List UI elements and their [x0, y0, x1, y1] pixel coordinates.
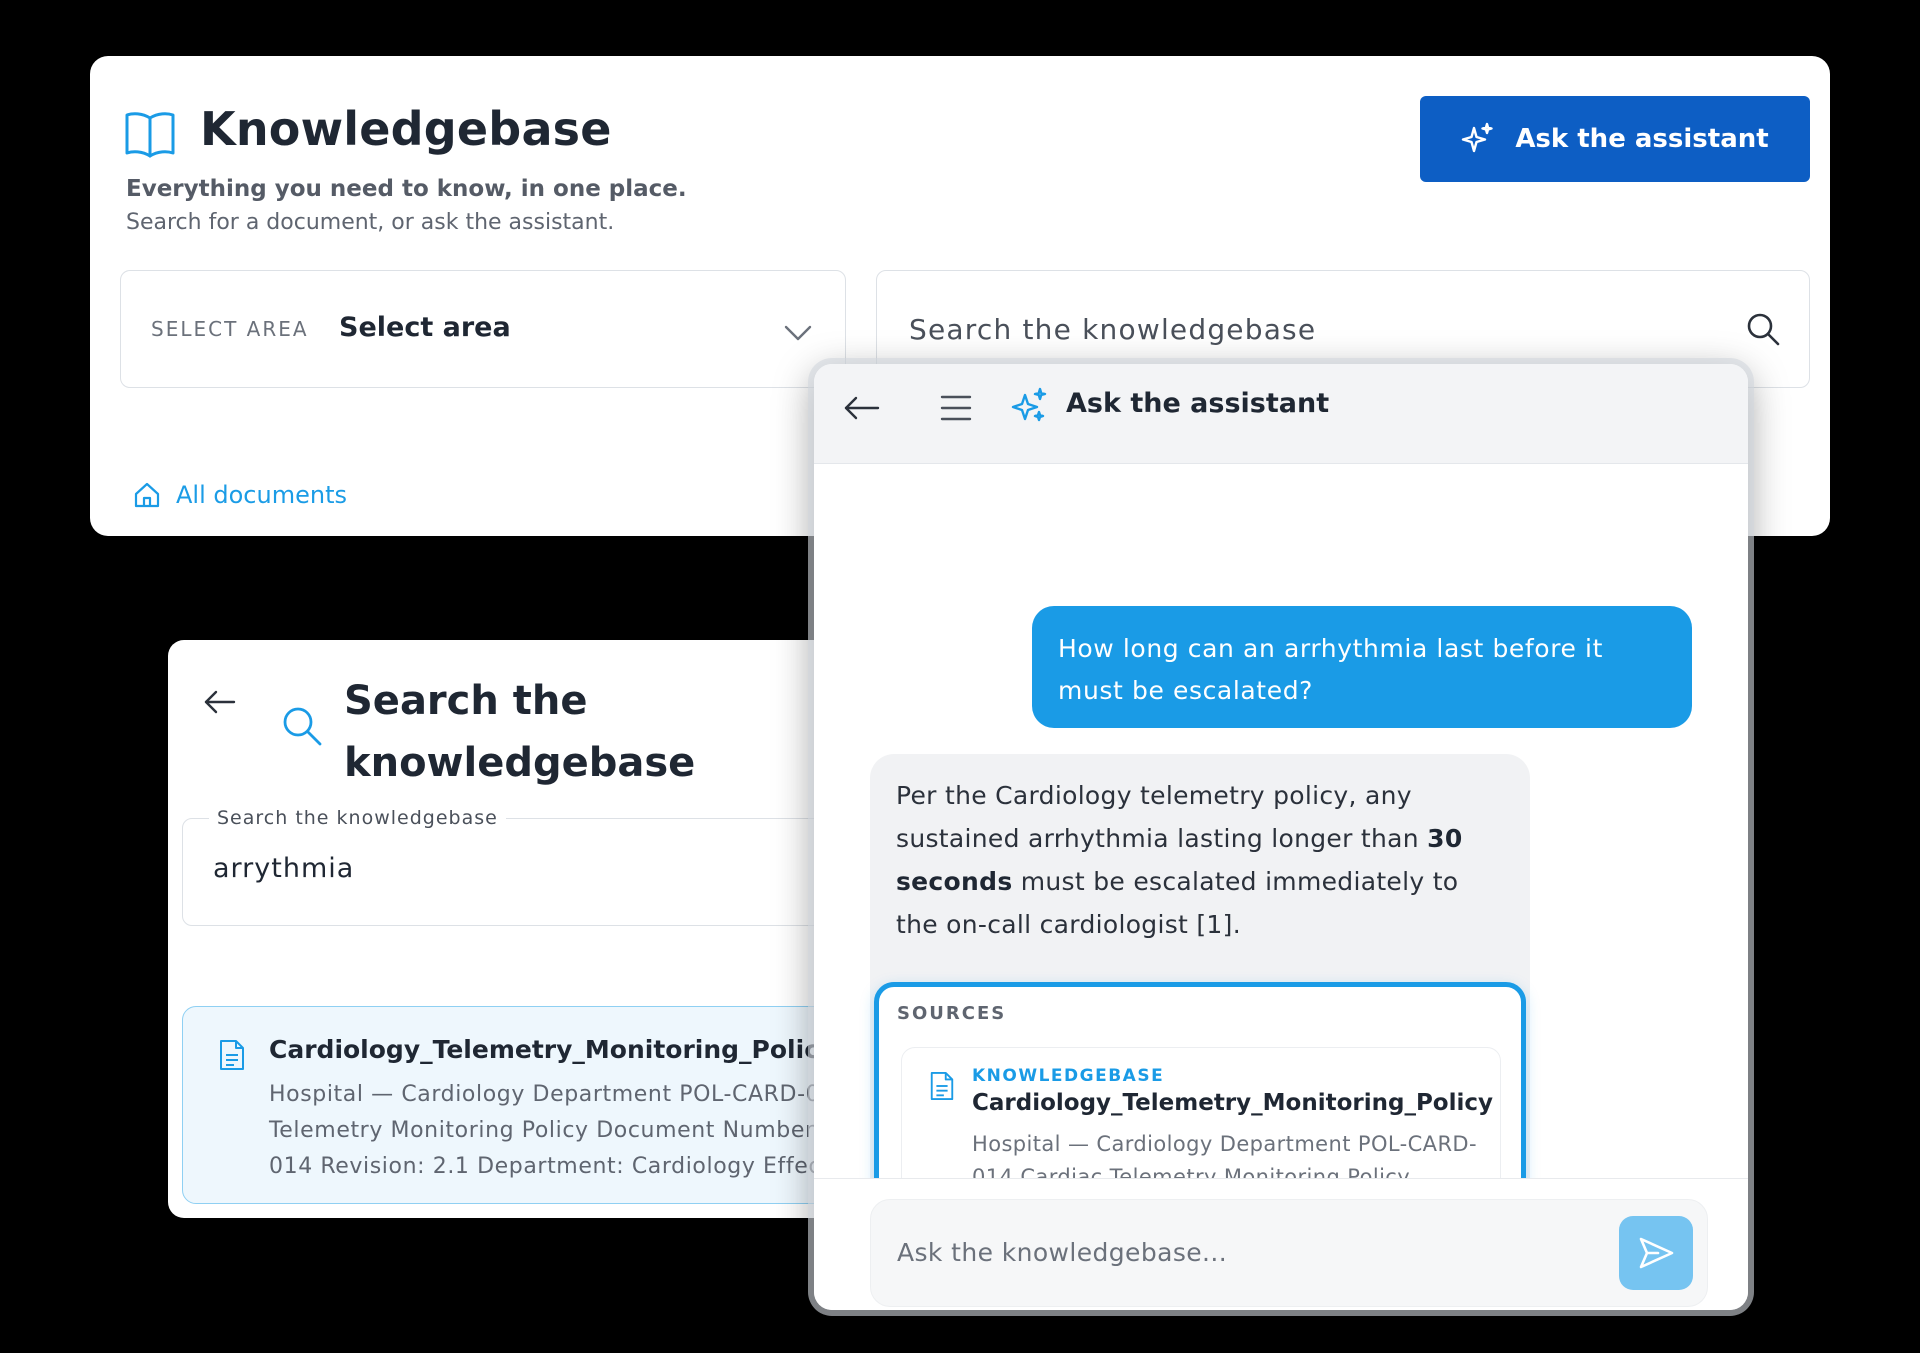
- search-result-title[interactable]: Cardiology_Telemetry_Monitoring_Policy: [269, 1035, 835, 1064]
- arrow-left-icon[interactable]: [202, 684, 238, 720]
- search-field[interactable]: Search the knowledgebase arrythmia: [182, 807, 868, 926]
- search-field-label: Search the knowledgebase: [209, 807, 506, 829]
- document-icon: [220, 1040, 244, 1070]
- sparkle-icon: [1462, 122, 1494, 153]
- home-icon: [134, 482, 160, 508]
- area-select-value: Select area: [339, 312, 511, 343]
- page-description: Search for a document, or ask the assist…: [126, 210, 615, 235]
- book-icon: [125, 112, 175, 158]
- all-documents-label: All documents: [176, 481, 347, 509]
- search-field-value[interactable]: arrythmia: [213, 853, 354, 884]
- ask-assistant-button[interactable]: Ask the assistant: [1420, 96, 1810, 182]
- chat-header: Ask the assistant: [814, 364, 1748, 464]
- chat-input[interactable]: Ask the knowledgebase...: [870, 1199, 1708, 1307]
- area-select[interactable]: SELECT AREA Select area: [120, 270, 846, 388]
- source-tag: KNOWLEDGEBASE: [972, 1066, 1165, 1086]
- all-documents-link[interactable]: All documents: [132, 480, 347, 510]
- search-icon[interactable]: [1743, 309, 1783, 349]
- search-panel: Search the knowledgebase Search the know…: [168, 640, 868, 1218]
- search-result-item[interactable]: Cardiology_Telemetry_Monitoring_Policy H…: [182, 1006, 868, 1204]
- source-title[interactable]: Cardiology_Telemetry_Monitoring_Policy: [972, 1090, 1493, 1116]
- page-subtitle: Everything you need to know, in one plac…: [126, 176, 687, 202]
- arrow-left-icon[interactable]: [842, 388, 882, 428]
- send-icon: [1639, 1237, 1674, 1269]
- document-icon: [930, 1071, 954, 1100]
- search-icon: [283, 707, 322, 746]
- chat-input-placeholder: Ask the knowledgebase...: [897, 1238, 1228, 1267]
- area-select-label: SELECT AREA: [151, 317, 309, 341]
- chat-title: Ask the assistant: [1066, 388, 1330, 419]
- assistant-chat-panel: Ask the assistant How long can an arrhyt…: [814, 364, 1748, 1310]
- chat-messages[interactable]: How long can an arrhythmia last before i…: [814, 464, 1748, 1284]
- search-panel-title: Search the knowledgebase: [344, 678, 696, 786]
- chevron-down-icon: [784, 325, 812, 341]
- page-title: Knowledgebase: [200, 102, 612, 156]
- chat-footer: Ask the knowledgebase...: [814, 1178, 1748, 1310]
- menu-icon[interactable]: [938, 390, 974, 426]
- ask-assistant-label: Ask the assistant: [1515, 124, 1769, 154]
- sources-label: SOURCES: [897, 1003, 1007, 1024]
- search-result-snippet: Hospital — Cardiology Department POL-CAR…: [269, 1082, 868, 1179]
- user-message: How long can an arrhythmia last before i…: [1032, 606, 1692, 728]
- assistant-message-text: Per the Cardiology telemetry policy, any…: [896, 781, 1463, 939]
- send-button[interactable]: [1619, 1216, 1693, 1290]
- sparkle-icon: [1011, 387, 1047, 422]
- search-placeholder: Search the knowledgebase: [909, 313, 1317, 346]
